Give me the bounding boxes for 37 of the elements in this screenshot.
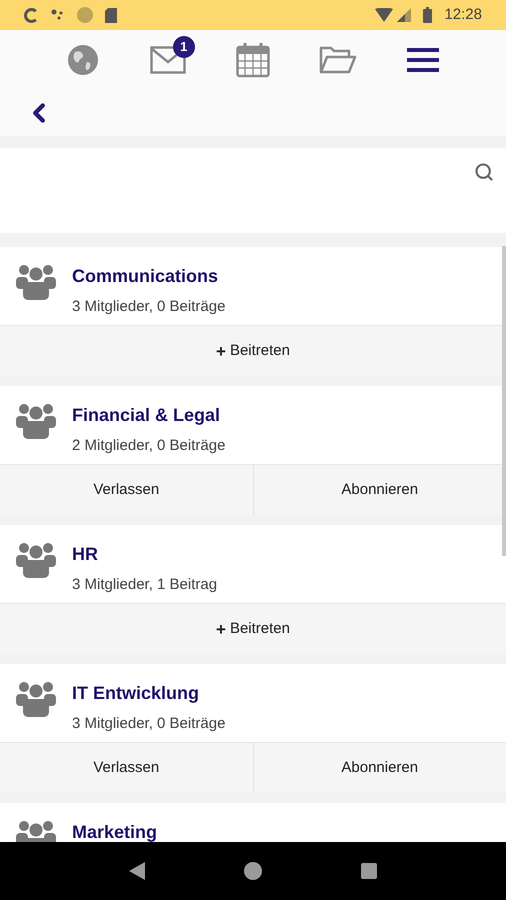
- group-icon: [16, 541, 56, 579]
- group-stats: 3 Mitglieder, 0 Beiträge: [72, 297, 226, 317]
- battery-icon: [423, 7, 432, 23]
- join-label: Beitreten: [230, 340, 290, 361]
- back-triangle-icon[interactable]: [129, 862, 146, 880]
- wifi-icon: [375, 8, 394, 22]
- home-icon[interactable]: [244, 862, 262, 880]
- menu-icon: [407, 47, 440, 73]
- recents-icon[interactable]: [360, 863, 377, 879]
- group-card[interactable]: HR 3 Mitglieder, 1 Beitrag: [0, 525, 506, 604]
- group-card[interactable]: IT Entwicklung 3 Mitglieder, 0 Beiträge: [0, 664, 506, 743]
- group-icon: [16, 263, 56, 301]
- group-icon: [16, 402, 56, 440]
- group-name: HR: [72, 543, 99, 566]
- folder-icon: [319, 46, 358, 74]
- nav-tab[interactable]: 1: [142, 38, 193, 82]
- search-icon: [474, 162, 494, 182]
- plus-icon: +: [216, 620, 226, 638]
- group-card[interactable]: Marketing: [0, 803, 506, 842]
- calendar-icon: [236, 42, 270, 78]
- group-stats: 2 Mitglieder, 0 Beiträge: [72, 436, 226, 456]
- status-time: 12:28: [444, 4, 482, 25]
- group-name: Financial & Legal: [72, 404, 222, 427]
- join-label: Beitreten: [230, 618, 290, 639]
- group-stats: 3 Mitglieder, 0 Beiträge: [72, 714, 226, 734]
- group-name: Marketing: [72, 821, 158, 842]
- plus-icon: +: [216, 342, 226, 360]
- search-field[interactable]: [0, 148, 506, 233]
- dots-icon: [51, 9, 65, 21]
- group-name: IT Entwicklung: [72, 682, 200, 705]
- group-stats: 3 Mitglieder, 1 Beitrag: [72, 575, 218, 595]
- notification-badge: 1: [172, 36, 195, 58]
- sd-card-icon: [105, 8, 117, 22]
- signal-icon: [397, 8, 412, 22]
- group-name: Communications: [72, 265, 220, 288]
- group-icon: [16, 680, 56, 718]
- globe-icon: [66, 44, 99, 76]
